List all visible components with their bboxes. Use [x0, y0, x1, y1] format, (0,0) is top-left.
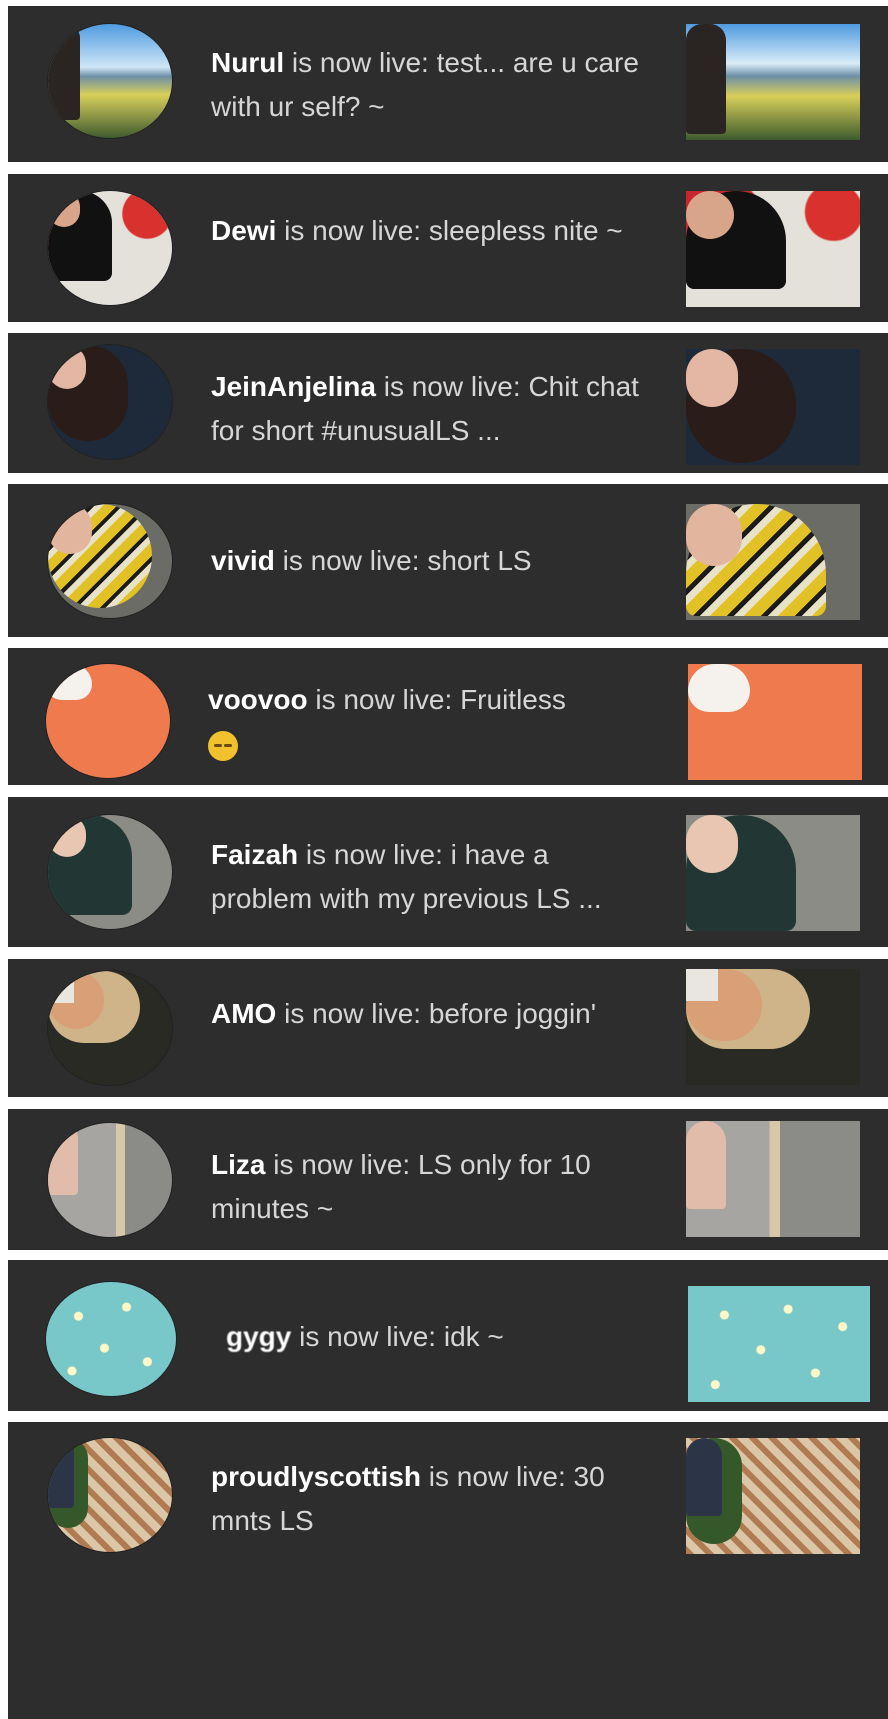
stream-thumbnail[interactable]: [686, 1121, 860, 1237]
avatar[interactable]: [48, 504, 172, 618]
notification-text: vivid is now live: short LS: [211, 539, 651, 583]
live-label: is now live:: [284, 215, 422, 246]
stream-title: before joggin': [428, 998, 597, 1029]
avatar[interactable]: [48, 1438, 172, 1552]
streamer-name[interactable]: Nurul: [211, 47, 284, 78]
live-label: is now live:: [291, 47, 429, 78]
notification-text: Faizah is now live: i have a problem wit…: [211, 833, 651, 921]
streamer-name[interactable]: vivid: [211, 545, 275, 576]
stream-thumbnail[interactable]: [686, 504, 860, 620]
avatar[interactable]: [46, 1282, 176, 1396]
streamer-name[interactable]: Dewi: [211, 215, 276, 246]
notification-card-proudlyscottish[interactable]: proudlyscottish is now live: 30 mnts LS: [8, 1422, 888, 1719]
stream-title: Fruitless: [460, 684, 566, 715]
notification-card-nurul[interactable]: Nurul is now live: test... are u care wi…: [8, 6, 888, 162]
stream-title: sleepless nite ~: [428, 215, 623, 246]
live-notification-list: Nurul is now live: test... are u care wi…: [0, 0, 888, 1719]
stream-thumbnail[interactable]: [686, 349, 860, 465]
avatar[interactable]: [48, 191, 172, 305]
notification-card-liza[interactable]: Liza is now live: LS only for 10 minutes…: [8, 1109, 888, 1250]
stream-thumbnail[interactable]: [688, 664, 862, 780]
streamer-name[interactable]: Faizah: [211, 839, 298, 870]
stream-thumbnail[interactable]: [686, 191, 860, 307]
notification-card-amo[interactable]: AMO is now live: before joggin': [8, 959, 888, 1097]
avatar[interactable]: [48, 971, 172, 1085]
notification-card-gygy[interactable]: gygy is now live: idk ~: [8, 1260, 888, 1411]
notification-text: gygy is now live: idk ~: [226, 1315, 666, 1359]
live-label: is now live:: [383, 371, 521, 402]
avatar[interactable]: [48, 345, 172, 459]
stream-thumbnail[interactable]: [688, 1286, 870, 1402]
notification-card-dewi[interactable]: Dewi is now live: sleepless nite ~: [8, 174, 888, 322]
avatar[interactable]: [48, 815, 172, 929]
live-label: is now live:: [428, 1461, 566, 1492]
notification-text: JeinAnjelina is now live: Chit chat for …: [211, 365, 651, 453]
avatar[interactable]: [48, 1123, 172, 1237]
live-label: is now live:: [284, 998, 422, 1029]
notification-card-voovoo[interactable]: voovoo is now live: Fruitless: [8, 648, 888, 785]
stream-thumbnail[interactable]: [686, 24, 860, 140]
avatar[interactable]: [48, 24, 172, 138]
notification-text: Liza is now live: LS only for 10 minutes…: [211, 1143, 651, 1231]
notification-text: AMO is now live: before joggin': [211, 992, 651, 1036]
live-label: is now live:: [315, 684, 453, 715]
stream-thumbnail[interactable]: [686, 969, 860, 1085]
live-label: is now live:: [273, 1149, 411, 1180]
stream-thumbnail[interactable]: [686, 815, 860, 931]
stream-thumbnail[interactable]: [686, 1438, 860, 1554]
streamer-name[interactable]: AMO: [211, 998, 276, 1029]
stream-title: short LS: [427, 545, 532, 576]
live-label: is now live:: [299, 1321, 437, 1352]
notification-card-faizah[interactable]: Faizah is now live: i have a problem wit…: [8, 797, 888, 947]
streamer-name[interactable]: voovoo: [208, 684, 308, 715]
notification-card-jeinanjelina[interactable]: JeinAnjelina is now live: Chit chat for …: [8, 333, 888, 473]
stream-title: idk ~: [443, 1321, 504, 1352]
sleeping-face-icon: [208, 730, 238, 761]
notification-text: Nurul is now live: test... are u care wi…: [211, 41, 651, 129]
live-label: is now live:: [305, 839, 443, 870]
notification-card-vivid[interactable]: vivid is now live: short LS: [8, 484, 888, 637]
notification-text: voovoo is now live: Fruitless: [208, 678, 648, 766]
avatar[interactable]: [46, 664, 170, 778]
streamer-name[interactable]: JeinAnjelina: [211, 371, 376, 402]
streamer-name[interactable]: gygy: [226, 1321, 291, 1352]
streamer-name[interactable]: proudlyscottish: [211, 1461, 421, 1492]
notification-text: Dewi is now live: sleepless nite ~: [211, 209, 651, 253]
streamer-name[interactable]: Liza: [211, 1149, 265, 1180]
live-label: is now live:: [282, 545, 420, 576]
notification-text: proudlyscottish is now live: 30 mnts LS: [211, 1455, 651, 1543]
